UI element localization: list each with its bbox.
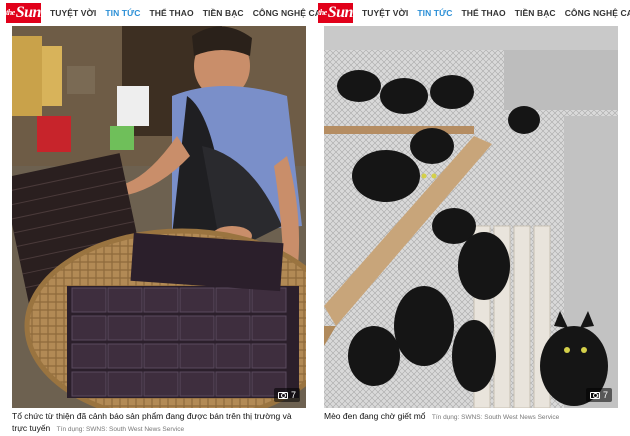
article-photo-black-paste[interactable]: 7 <box>12 26 306 408</box>
nav-item-tuyet-voi[interactable]: TUYỆT VỜI <box>362 8 408 18</box>
article-photo-black-cats[interactable]: 7 <box>324 26 618 408</box>
photo-caption: Tổ chức từ thiện đã cảnh báo sản phẩm đa… <box>12 411 292 433</box>
the-sun-logo[interactable]: theSun <box>6 3 41 23</box>
photo-count-badge[interactable]: 7 <box>585 388 612 402</box>
article-panel-right: theSun TUYỆT VỜI TIN TỨC THỂ THAO TIỀN B… <box>318 0 630 436</box>
nav-item-the-thao[interactable]: THỂ THAO <box>461 8 505 18</box>
camera-icon <box>589 391 600 399</box>
nav-item-the-thao[interactable]: THỂ THAO <box>149 8 193 18</box>
article-panel-left: theSun TUYỆT VỜI TIN TỨC THỂ THAO TIỀN B… <box>6 0 328 436</box>
nav-item-cong-nghe-cao[interactable]: CÔNG NGHỆ CAO <box>253 8 328 18</box>
the-sun-logo[interactable]: theSun <box>318 3 353 23</box>
photo-caption: Mèo đen đang chờ giết mổ Tín dụng: SWNS:… <box>324 411 560 421</box>
camera-icon <box>277 391 288 399</box>
photo-count-badge[interactable]: 7 <box>273 388 300 402</box>
nav-item-tin-tuc[interactable]: TIN TỨC <box>417 8 452 18</box>
nav-item-cong-nghe-cao[interactable]: CÔNG NGHỆ CAO <box>565 8 630 18</box>
nav-item-tin-tuc[interactable]: TIN TỨC <box>105 8 140 18</box>
nav-item-tien-bac[interactable]: TIỀN BẠC <box>203 8 244 18</box>
top-navbar: theSun TUYỆT VỜI TIN TỨC THỂ THAO TIỀN B… <box>318 2 630 24</box>
nav-item-tuyet-voi[interactable]: TUYỆT VỜI <box>50 8 96 18</box>
top-navbar: theSun TUYỆT VỜI TIN TỨC THỂ THAO TIỀN B… <box>6 2 328 24</box>
nav-item-tien-bac[interactable]: TIỀN BẠC <box>515 8 556 18</box>
